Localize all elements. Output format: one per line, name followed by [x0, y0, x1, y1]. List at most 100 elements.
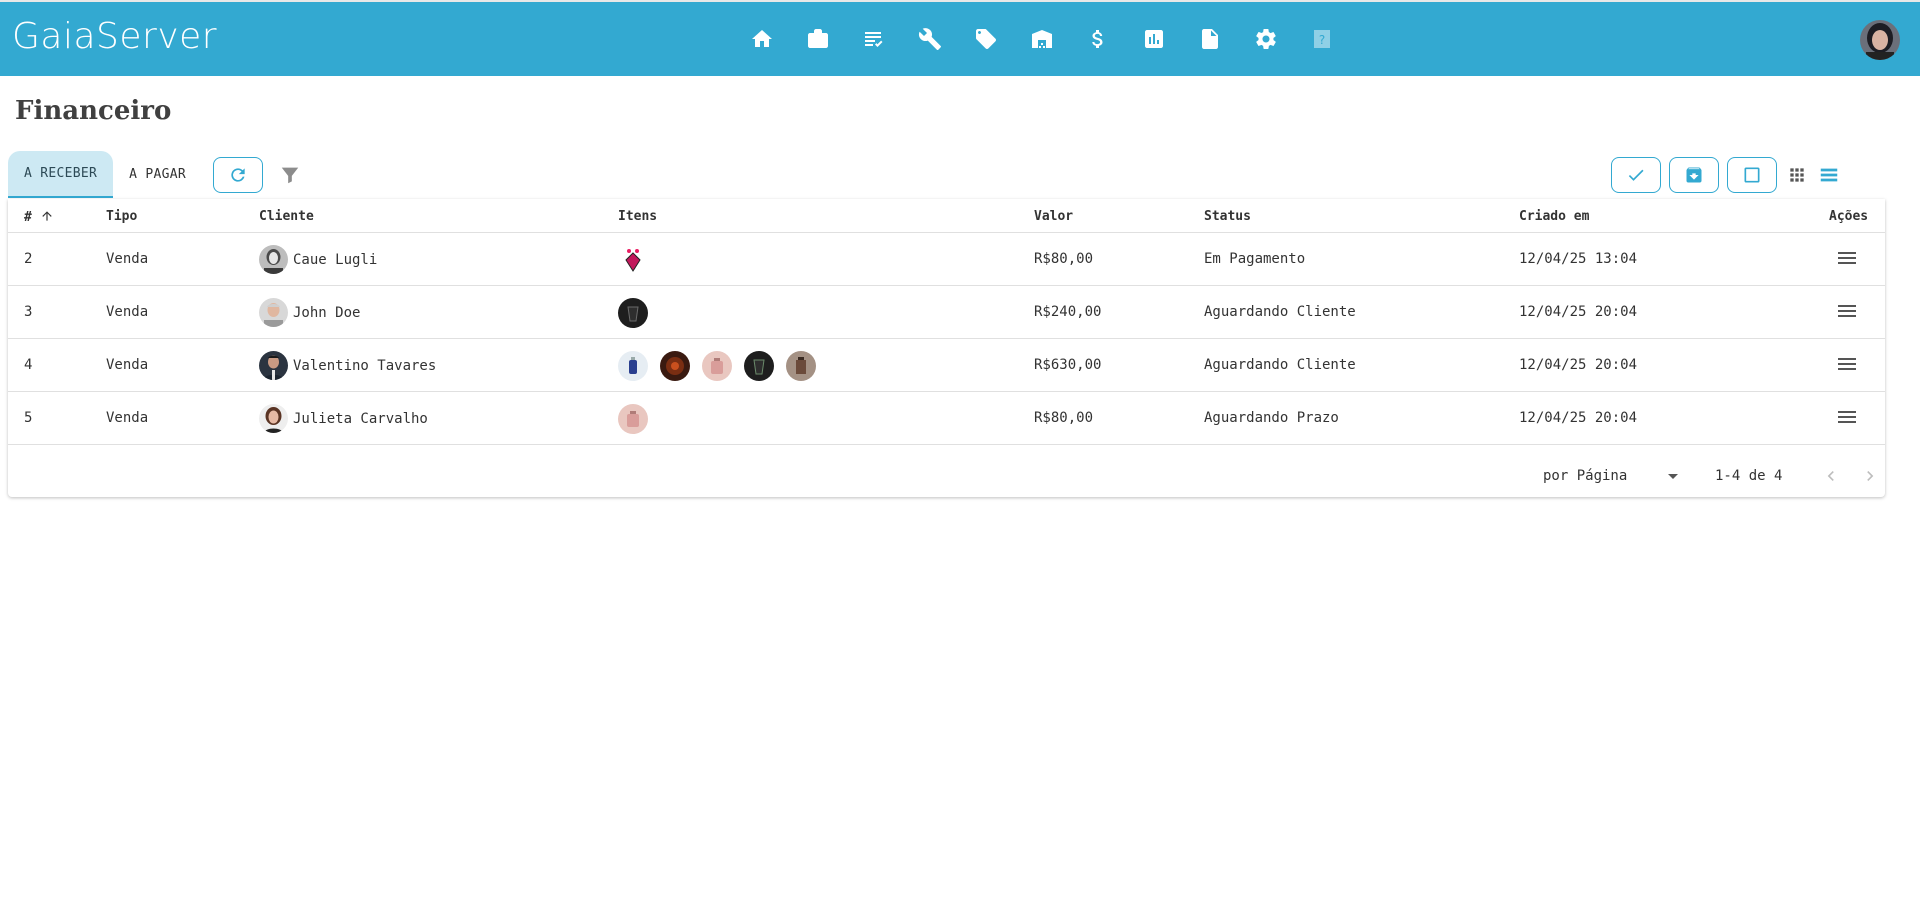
row-items [618, 298, 660, 328]
nav-settings-button[interactable] [1238, 24, 1294, 54]
row-criado: 12/04/25 20:04 [1519, 410, 1638, 426]
client-avatar [259, 245, 288, 274]
row-status: Aguardando Cliente [1204, 357, 1356, 373]
chevron-left-icon [1827, 471, 1834, 481]
item-thumbnail[interactable] [786, 351, 816, 381]
col-id-label: # [24, 210, 32, 225]
col-valor-header[interactable]: Valor [1034, 209, 1073, 224]
grid-view-icon [1790, 168, 1804, 182]
row-actions-menu-button[interactable] [1836, 355, 1858, 375]
refresh-button[interactable] [213, 157, 263, 193]
row-cliente: John Doe [259, 298, 360, 327]
item-thumbnail[interactable] [618, 298, 648, 328]
per-page-dropdown[interactable] [1668, 474, 1678, 479]
tab-a-pagar[interactable]: A PAGAR [113, 151, 202, 198]
row-items [618, 245, 660, 275]
finance-table: # Tipo Cliente Itens Valor Status Criado… [8, 199, 1885, 497]
per-page-label: por Página [1543, 468, 1628, 484]
row-valor: R$80,00 [1034, 410, 1094, 426]
prev-page-button[interactable] [1821, 466, 1841, 486]
nav-help-button[interactable]: ? [1294, 24, 1350, 54]
col-criado-header[interactable]: Criado em [1519, 209, 1589, 224]
brand-logo[interactable]: GaiaServer [12, 16, 217, 57]
checkbox-blank-icon [1744, 167, 1760, 183]
list-view-button[interactable] [1817, 163, 1841, 187]
row-criado: 12/04/25 20:04 [1519, 357, 1638, 373]
client-avatar [259, 298, 288, 327]
nav-dollar-button[interactable] [1070, 24, 1126, 54]
menu-icon [1838, 252, 1856, 254]
row-items [618, 404, 660, 434]
chevron-right-icon [1867, 471, 1874, 481]
row-status: Aguardando Prazo [1204, 410, 1339, 426]
table-row[interactable]: 2 Venda Caue Lugli R$80,00 Em Pagamento … [8, 233, 1885, 286]
row-cliente: Julieta Carvalho [259, 404, 428, 433]
tab-a-receber[interactable]: A RECEBER [8, 151, 114, 198]
client-name: Caue Lugli [293, 251, 378, 268]
col-tipo-header[interactable]: Tipo [106, 209, 137, 224]
item-thumbnail[interactable] [744, 351, 774, 381]
item-thumbnail[interactable] [618, 245, 648, 275]
help-icon: ? [1314, 30, 1330, 48]
client-name: Julieta Carvalho [293, 410, 428, 427]
col-id-header[interactable]: # [24, 209, 54, 225]
col-cliente-header[interactable]: Cliente [259, 209, 314, 224]
item-thumbnail[interactable] [660, 351, 690, 381]
col-itens-header[interactable]: Itens [618, 209, 657, 224]
item-thumbnail[interactable] [618, 351, 648, 381]
row-valor: R$80,00 [1034, 251, 1094, 267]
row-criado: 12/04/25 13:04 [1519, 251, 1638, 267]
menu-icon [1838, 305, 1856, 307]
row-actions-menu-button[interactable] [1836, 302, 1858, 322]
item-thumbnail[interactable] [618, 404, 648, 434]
row-tipo: Venda [106, 251, 149, 267]
nav-wrench-button[interactable] [902, 24, 958, 54]
client-name: John Doe [293, 304, 361, 321]
row-id: 2 [24, 251, 33, 267]
user-avatar[interactable] [1860, 20, 1900, 60]
home-icon [752, 30, 772, 47]
row-tipo: Venda [106, 304, 149, 320]
nav-warehouse-button[interactable] [1014, 24, 1070, 54]
main-nav: ? [734, 24, 1350, 54]
row-valor: R$630,00 [1034, 357, 1102, 373]
client-name: Valentino Tavares [293, 357, 437, 374]
filter-icon [281, 167, 299, 184]
row-items [618, 351, 828, 381]
confirm-button[interactable] [1611, 157, 1661, 193]
row-tipo: Venda [106, 357, 149, 373]
row-actions-menu-button[interactable] [1836, 408, 1858, 428]
archive-button[interactable] [1669, 157, 1719, 193]
dollar-icon [1092, 30, 1103, 48]
nav-document-button[interactable] [1182, 24, 1238, 54]
nav-checklist-button[interactable] [846, 24, 902, 54]
row-actions-menu-button[interactable] [1836, 249, 1858, 269]
nav-tag-button[interactable] [958, 24, 1014, 54]
grid-view-button[interactable] [1785, 163, 1809, 187]
row-tipo: Venda [106, 410, 149, 426]
check-icon [1628, 169, 1644, 181]
pagination-range: 1-4 de 4 [1715, 468, 1783, 484]
row-valor: R$240,00 [1034, 304, 1102, 320]
wrench-icon [918, 28, 941, 50]
col-acoes-header: Ações [1829, 209, 1869, 224]
row-cliente: Valentino Tavares [259, 351, 436, 380]
menu-icon [1838, 411, 1856, 413]
nav-home-button[interactable] [734, 24, 790, 54]
table-row[interactable]: 5 Venda Julieta Carvalho R$80,00 Aguarda… [8, 392, 1885, 445]
table-row[interactable]: 4 Venda Valentino Tavares R$630,00 Aguar… [8, 339, 1885, 392]
list-view-icon [1820, 168, 1838, 182]
col-status-header[interactable]: Status [1204, 209, 1251, 224]
next-page-button[interactable] [1860, 466, 1880, 486]
nav-reports-button[interactable] [1126, 24, 1182, 54]
table-header: # Tipo Cliente Itens Valor Status Criado… [8, 199, 1885, 233]
gear-icon [1256, 29, 1276, 49]
nav-briefcase-button[interactable] [790, 24, 846, 54]
briefcase-icon [808, 29, 828, 48]
filter-button[interactable] [278, 162, 302, 188]
client-avatar [259, 404, 288, 433]
select-all-button[interactable] [1727, 157, 1777, 193]
item-thumbnail[interactable] [702, 351, 732, 381]
row-criado: 12/04/25 20:04 [1519, 304, 1638, 320]
table-row[interactable]: 3 Venda John Doe R$240,00 Aguardando Cli… [8, 286, 1885, 339]
